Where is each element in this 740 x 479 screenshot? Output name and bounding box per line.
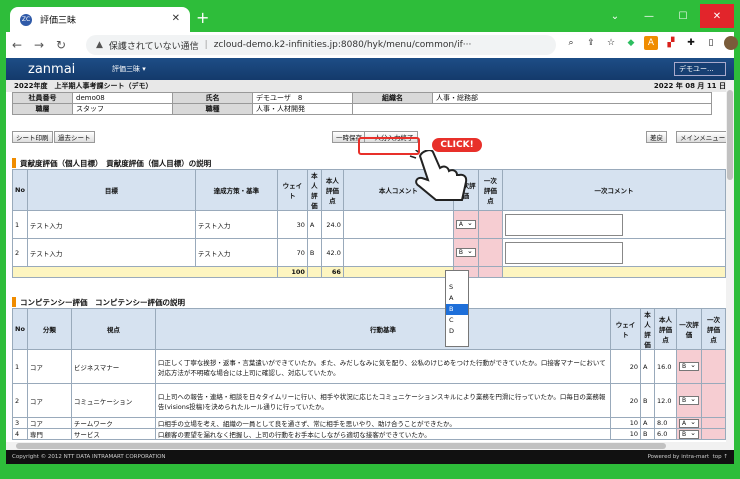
warning-icon[interactable]: ▲ <box>96 40 103 50</box>
pdf-icon[interactable]: ▞ <box>664 36 678 50</box>
dropdown-option[interactable]: B <box>446 304 468 315</box>
total-row: 100 66 <box>12 266 727 278</box>
web-page: zanmai 評価三昧 ▾ デモユー... 2022年度 上半期人事考課シート（… <box>6 58 734 464</box>
browser-toolbar: ← → ↻ ▲ 保護されていない通信 | zcloud-demo.k2-infi… <box>6 32 738 58</box>
extension-a-icon[interactable]: A <box>644 36 658 50</box>
tab-title: 評価三昧 <box>40 16 77 26</box>
past-sheet-button[interactable]: 過去シート <box>54 131 95 143</box>
sheet-titlebar: 2022年度 上半期人事考課シート（デモ） 2022 年 08 月 11 日 <box>6 80 734 92</box>
sheet-title: 2022年度 上半期人事考課シート（デモ） <box>14 82 153 90</box>
send-back-button[interactable]: 差戻 <box>646 131 667 143</box>
eval-dropdown[interactable]: S A B C D <box>445 270 469 347</box>
copyright-text: Copyright © 2012 NTT DATA INTRAMART CORP… <box>12 454 166 460</box>
table-row: 2 コア コミュニケーション 口上司への報告・連絡・相談を日々タイムリーに行い、… <box>12 383 726 418</box>
print-sheet-button[interactable]: シート印刷 <box>12 131 53 143</box>
browser-tab[interactable]: ZC 評価三昧 ✕ <box>10 7 190 32</box>
puzzle-icon[interactable]: ✚ <box>684 36 698 50</box>
user-select[interactable]: デモユー... <box>674 62 726 76</box>
app-menu[interactable]: 評価三昧 ▾ <box>112 64 146 74</box>
top-link[interactable]: top ↑ <box>713 454 728 460</box>
competency-table: No 分類 視点 行動基準 ウェイト 本人評価 本人評価点 一次評価 一次評価点… <box>12 308 726 440</box>
back-icon[interactable]: ← <box>6 38 28 52</box>
tab-strip: ZC 評価三昧 ✕ + ⌄ — ☐ ✕ <box>6 4 734 32</box>
star-icon[interactable]: ☆ <box>604 36 618 50</box>
sidepanel-icon[interactable]: ▯ <box>704 36 718 50</box>
forward-icon[interactable]: → <box>28 38 50 52</box>
vertical-scrollbar[interactable] <box>726 80 734 450</box>
first-eval-select[interactable]: B <box>679 361 699 371</box>
chevron-down-icon[interactable]: ⌄ <box>598 4 632 28</box>
url-text: zcloud-demo.k2-infinities.jp:8080/hyk/me… <box>213 40 472 50</box>
dropdown-option[interactable]: S <box>446 282 468 293</box>
zoom-icon[interactable]: ⌕ <box>564 36 578 50</box>
window-controls: ⌄ — ☐ ✕ <box>598 4 734 28</box>
app-header: zanmai 評価三昧 ▾ デモユー... <box>6 58 734 80</box>
first-eval-select[interactable]: B <box>679 395 699 405</box>
security-warning: 保護されていない通信 <box>108 41 199 52</box>
first-comment-textarea[interactable] <box>504 213 623 236</box>
address-bar[interactable]: ▲ 保護されていない通信 | zcloud-demo.k2-infinities… <box>86 35 556 55</box>
pointer-hand-icon <box>409 150 468 201</box>
table-row: 1 テスト入力 テスト入力 30 A 24.0 A <box>12 210 727 239</box>
footer: Copyright © 2012 NTT DATA INTRAMART CORP… <box>6 450 734 464</box>
maximize-icon[interactable]: ☐ <box>666 4 700 28</box>
table-header: No 分類 視点 行動基準 ウェイト 本人評価 本人評価点 一次評価 一次評価点 <box>12 308 726 350</box>
app-logo: zanmai <box>28 61 76 77</box>
dropdown-option[interactable]: D <box>446 326 468 337</box>
contribution-heading: 貢献度評価（個人目標） 貢献度評価（個人目標）の説明 <box>12 157 734 169</box>
main-menu-button[interactable]: メインメニュー <box>676 131 730 143</box>
contribution-table: No 目標 達成方策・基準 ウェイト 本人評価 本人評価点 本人コメント 一次評… <box>12 169 727 278</box>
first-comment-textarea[interactable] <box>504 241 623 264</box>
first-eval-select[interactable]: B <box>679 429 699 439</box>
table-row: 1 コア ビジネスマナー 口正しく丁寧な挨拶・返事・言葉遣いができていたか。また… <box>12 349 726 384</box>
minimize-icon[interactable]: — <box>632 4 666 28</box>
profile-icon[interactable] <box>724 36 738 50</box>
employee-info-table: 社員番号 demo08 氏名 デモユーザ 8 組織名 人事・総務部 職層 スタッ… <box>12 92 712 115</box>
favicon-icon: ZC <box>20 13 32 26</box>
new-tab-icon[interactable]: + <box>196 10 209 26</box>
first-eval-select[interactable]: A <box>455 219 476 229</box>
table-row: 2 テスト入力 テスト入力 70 B 42.0 B <box>12 238 727 267</box>
table-row: 4 専門 サービス 口顧客の要望を漏れなく把握し、上司の行動をお手本にしながら適… <box>12 428 726 440</box>
reload-icon[interactable]: ↻ <box>50 38 72 52</box>
powered-by: Powered by intra-mart <box>647 454 710 460</box>
close-window-icon[interactable]: ✕ <box>700 4 734 28</box>
table-header: No 目標 達成方策・基準 ウェイト 本人評価 本人評価点 本人コメント 一次評… <box>12 169 727 211</box>
close-tab-icon[interactable]: ✕ <box>172 13 180 24</box>
dropdown-option[interactable]: C <box>446 315 468 326</box>
first-eval-select[interactable]: B <box>455 247 476 257</box>
extension-icons: ⌕ ⇪ ☆ ◆ A ▞ ✚ ▯ ⋮ <box>564 36 740 50</box>
competency-heading: コンピテンシー評価 コンピテンシー評価の説明 <box>12 296 734 308</box>
first-eval-select[interactable]: A <box>679 418 699 428</box>
horizontal-scrollbar[interactable] <box>6 442 726 450</box>
dropdown-option[interactable] <box>446 271 468 282</box>
dropdown-option[interactable]: A <box>446 293 468 304</box>
share-icon[interactable]: ⇪ <box>584 36 598 50</box>
browser-window: ZC 評価三昧 ✕ + ⌄ — ☐ ✕ ← → ↻ ▲ 保護されていない通信 |… <box>0 0 740 479</box>
table-row: 3 コア チームワーク 口相手の立場を考え、組織の一員として良を通さず、常に相手… <box>12 417 726 429</box>
sheet-date: 2022 年 08 月 11 日 <box>653 82 726 90</box>
evernote-icon[interactable]: ◆ <box>624 36 638 50</box>
